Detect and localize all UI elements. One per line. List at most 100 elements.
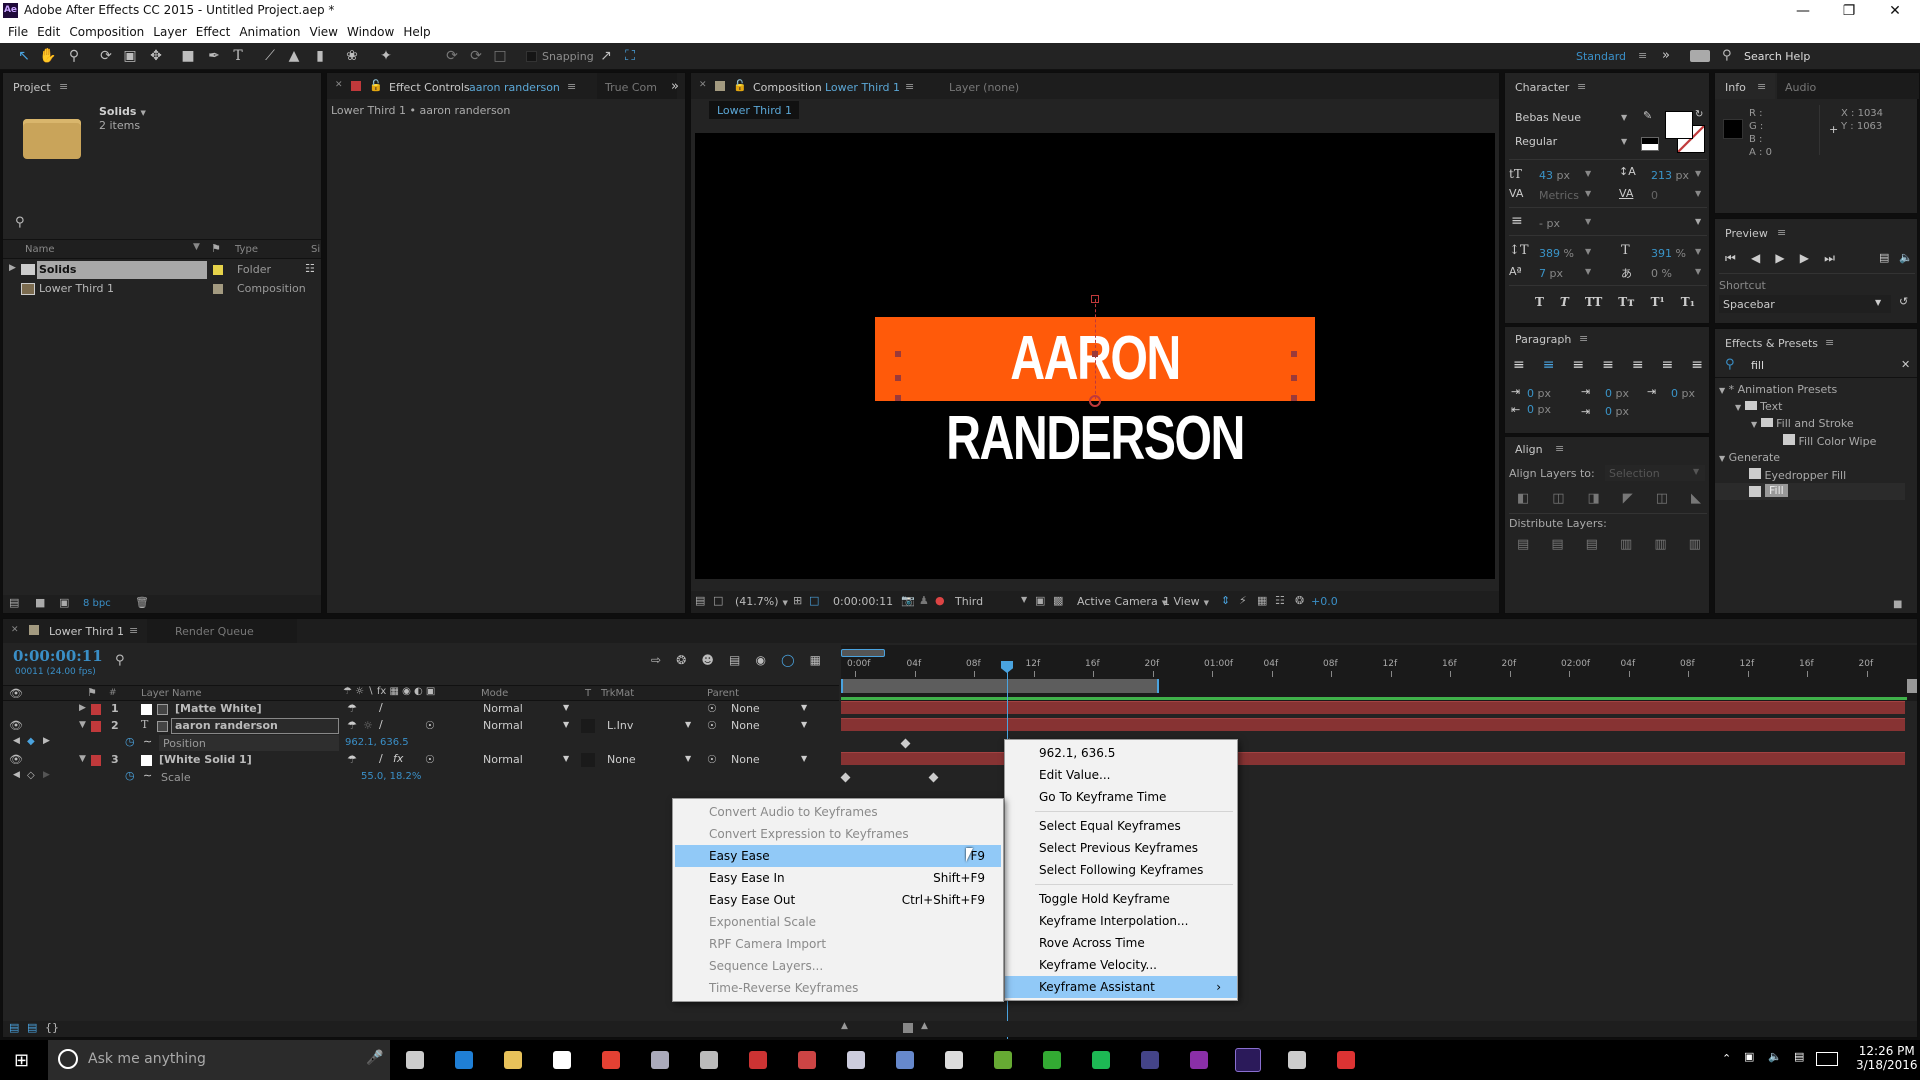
bbox-handle[interactable] xyxy=(1092,351,1098,357)
timeline-icon[interactable]: ▦ xyxy=(1257,594,1267,607)
effects-presets-tab[interactable]: Effects & Presets xyxy=(1725,337,1818,350)
stopwatch-icon[interactable]: ◷ xyxy=(125,735,135,748)
panel-menu-icon[interactable]: ≡ xyxy=(1555,442,1564,455)
trash-icon[interactable]: 🗑 xyxy=(135,596,149,609)
camera-tool-icon[interactable]: ▣ xyxy=(120,47,140,66)
swap-colors-icon[interactable]: ↻ xyxy=(1695,109,1703,120)
font-style-dropdown[interactable]: Regular xyxy=(1515,135,1557,148)
region-of-interest-icon[interactable]: ▣ xyxy=(1035,594,1045,607)
windows-start-icon[interactable]: ⊞ xyxy=(14,1050,29,1071)
taskbar-app-spotify[interactable] xyxy=(1088,1048,1114,1072)
snap-features-icon[interactable]: ⛶ xyxy=(620,47,640,66)
type-tool-icon[interactable]: T xyxy=(228,47,248,66)
timeline-search-icon[interactable]: ⚲ xyxy=(115,653,125,668)
stroke-width-arrow-icon[interactable]: ▼ xyxy=(1585,217,1591,226)
zoom-slider[interactable] xyxy=(903,1023,913,1033)
baseline-shift-arrow-icon[interactable]: ▼ xyxy=(1585,267,1591,276)
sort-icon[interactable]: ▼ xyxy=(193,242,200,252)
context-menu-item[interactable]: Select Following Keyframes xyxy=(1005,859,1237,881)
taskbar-app-edge[interactable] xyxy=(451,1048,477,1072)
volume-icon[interactable]: 🔈 xyxy=(1768,1050,1782,1063)
current-timecode[interactable]: 0:00:00:11 xyxy=(13,647,103,665)
add-keyframe-icon[interactable]: ◆ xyxy=(27,736,35,747)
mute-audio-icon[interactable]: 🔈 xyxy=(1899,251,1913,264)
graph-editor-icon[interactable]: ◯ xyxy=(781,653,794,667)
stopwatch-icon[interactable]: ◷ xyxy=(125,769,135,782)
distribute-top-icon[interactable]: ▤ xyxy=(1517,537,1529,552)
position-value[interactable]: 962.1, 636.5 xyxy=(345,737,409,748)
tree-item[interactable]: Fill Color Wipe xyxy=(1783,434,1876,448)
clone-stamp-tool-icon[interactable]: ▲ xyxy=(284,47,304,66)
zoom-tool-icon[interactable]: ⚲ xyxy=(64,47,84,66)
bbox-handle[interactable] xyxy=(1291,375,1297,381)
video-switch-icon[interactable]: 👁 xyxy=(9,719,23,732)
puppet-pin-tool-icon[interactable]: ✦ xyxy=(376,47,396,66)
col-size[interactable]: Si xyxy=(311,244,320,255)
transparency-grid-icon[interactable]: ▩ xyxy=(1053,594,1063,607)
trkmat-arrow-icon[interactable]: ▼ xyxy=(685,754,691,763)
distribute-h-center-icon[interactable]: ▥ xyxy=(1654,537,1666,552)
local-axis-icon[interactable]: ⟳ xyxy=(442,47,462,66)
bbox-handle[interactable] xyxy=(895,351,901,357)
layer-bar[interactable] xyxy=(841,701,1905,714)
menu-window[interactable]: Window xyxy=(345,22,401,43)
menu-animation[interactable]: Animation xyxy=(237,22,307,43)
preserve-transparency-checkbox[interactable] xyxy=(581,719,595,733)
more-tabs-icon[interactable]: » xyxy=(671,79,679,94)
always-preview-icon[interactable]: ▤ xyxy=(695,594,705,607)
context-menu-item[interactable]: Keyframe Assistant › xyxy=(1005,976,1237,998)
font-size-value[interactable]: 43 px xyxy=(1539,169,1570,182)
taskbar-app-app-8[interactable] xyxy=(745,1048,771,1072)
context-menu-item[interactable]: 962.1, 636.5 xyxy=(1005,742,1237,764)
taskbar-app-task-view[interactable] xyxy=(402,1048,428,1072)
collapse-arrow-icon[interactable]: ▼ xyxy=(79,754,86,764)
close-tab-icon[interactable]: ✕ xyxy=(335,80,343,90)
mask-visibility-icon[interactable]: □ xyxy=(809,594,819,607)
workspace-standard[interactable]: Standard xyxy=(1576,50,1626,63)
context-menu-item[interactable]: Select Previous Keyframes xyxy=(1005,837,1237,859)
audio-tab[interactable]: Audio xyxy=(1777,73,1919,99)
show-hidden-icons[interactable]: ⌃ xyxy=(1722,1052,1731,1065)
action-center-icon[interactable]: ▤ xyxy=(1794,1050,1804,1063)
vertical-scale-arrow-icon[interactable]: ▼ xyxy=(1585,247,1591,256)
indent-left-value[interactable]: 0 px xyxy=(1527,387,1551,400)
parent-arrow-icon[interactable]: ▼ xyxy=(801,703,807,712)
minimize-button[interactable]: — xyxy=(1780,0,1826,22)
align-left-edges-icon[interactable]: ◧ xyxy=(1517,491,1529,506)
property-row[interactable]: ◀ ◇ ▶ ◷ ∼ Scale 55.0, 18.2% xyxy=(3,769,839,786)
selection-tool-icon[interactable]: ↖ xyxy=(14,47,34,66)
magnification-dropdown[interactable]: (41.7%) xyxy=(735,595,788,608)
panel-menu-icon[interactable]: ≡ xyxy=(129,624,138,637)
project-item[interactable]: ▶ Solids Folder ☷ xyxy=(3,261,321,279)
default-colors-icon[interactable] xyxy=(1641,137,1659,151)
exposure-value[interactable]: +0.0 xyxy=(1311,595,1338,608)
3d-layer-switch-icon[interactable]: ☉ xyxy=(425,753,435,766)
layer-bar[interactable] xyxy=(841,718,1905,731)
justify-center-icon[interactable]: ≡ xyxy=(1632,357,1644,373)
align-to-dropdown[interactable]: Selection ▼ xyxy=(1605,465,1705,481)
brush-tool-icon[interactable]: ⟋ xyxy=(260,47,280,66)
keyframe-icon[interactable] xyxy=(900,738,911,749)
kerning-value[interactable]: Metrics xyxy=(1539,189,1579,202)
panel-menu-icon[interactable]: ≡ xyxy=(1777,226,1786,239)
resolution-dropdown[interactable]: Third xyxy=(955,595,983,608)
bbox-handle[interactable] xyxy=(895,395,901,401)
clear-search-icon[interactable]: ✕ xyxy=(1901,358,1910,371)
context-menu-item[interactable]: Select Equal Keyframes xyxy=(1005,815,1237,837)
preserve-transparency-checkbox[interactable] xyxy=(581,753,595,767)
col-type[interactable]: Type xyxy=(235,244,258,255)
project-item[interactable]: Lower Third 1 Composition xyxy=(3,280,321,298)
previous-keyframe-icon[interactable]: ◀ xyxy=(13,736,20,746)
system-clock[interactable]: 12:26 PM 3/18/2016 xyxy=(1856,1044,1918,1072)
col-name[interactable]: Name xyxy=(25,244,55,255)
info-tab[interactable]: Info xyxy=(1725,81,1746,94)
label-swatch[interactable] xyxy=(213,265,223,275)
grid-icon[interactable]: ⊞ xyxy=(793,594,802,607)
eraser-tool-icon[interactable]: ▮ xyxy=(310,47,330,66)
close-tab-icon[interactable]: ✕ xyxy=(699,80,707,90)
justify-right-icon[interactable]: ≡ xyxy=(1662,357,1674,373)
vertical-scale-value[interactable]: 389 % xyxy=(1539,247,1574,260)
tree-item[interactable]: ▼ Generate xyxy=(1719,451,1780,464)
indent-first-value[interactable]: 0 px xyxy=(1671,387,1695,400)
taskbar-app-file-explorer[interactable] xyxy=(500,1048,526,1072)
